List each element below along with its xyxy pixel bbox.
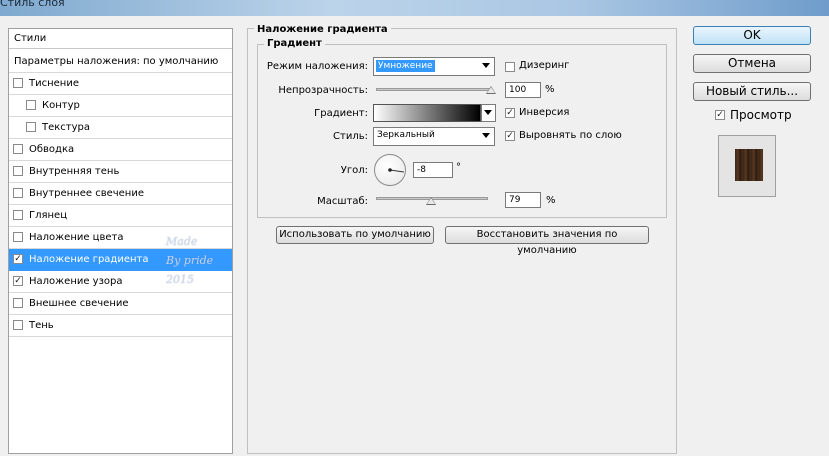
align-with-layer-checkbox[interactable]: ✓ [505,131,515,141]
style-item-label: Обводка [29,144,75,155]
chevron-down-icon [484,110,492,115]
opacity-label: Непрозрачность: [278,85,368,96]
dither-label: Дизеринг [519,60,570,71]
style-item-checkbox[interactable] [13,210,23,220]
wood-texture-swatch [735,149,763,181]
blend-mode-value: Умножение [376,60,435,72]
scale-unit: % [546,195,556,206]
style-item-checkbox[interactable] [13,78,23,88]
blend-mode-select[interactable]: Умножение [373,57,495,76]
style-item[interactable]: Внутренняя тень [9,161,232,183]
styles-header[interactable]: Стили [9,29,232,49]
angle-label: Угол: [340,165,368,176]
opacity-slider-track[interactable] [376,88,491,91]
window-title-bar: Стиль слоя [0,0,829,16]
gradient-preview[interactable] [373,104,481,122]
style-item[interactable]: Внутреннее свечение [9,183,232,205]
scale-slider-thumb[interactable] [426,197,437,205]
new-style-button[interactable]: Новый стиль... [693,82,811,101]
group-title: Градиент [264,38,325,49]
style-item-checkbox[interactable] [13,166,23,176]
style-item[interactable]: Контур [9,95,232,117]
preview-label: Просмотр [730,108,792,122]
style-item[interactable]: Текстура [9,117,232,139]
chevron-down-icon [482,133,490,138]
blending-options-label: Параметры наложения: по умолчанию [14,56,219,67]
gradient-picker-dropdown[interactable] [481,104,496,122]
gradient-label: Градиент: [314,108,368,119]
cancel-button[interactable]: Отмена [693,54,811,73]
style-item-label: Тиснение [29,78,79,89]
reverse-label: Инверсия [519,107,570,118]
style-item-checkbox[interactable]: ✓ [13,276,23,286]
style-item-checkbox[interactable] [26,122,36,132]
watermark-line-2: By pride [166,254,214,267]
ok-button[interactable]: OK [693,26,811,45]
style-item-label: Внутренняя тень [29,166,120,177]
dither-checkbox[interactable] [505,62,515,72]
style-item-label: Наложение цвета [29,232,124,243]
angle-indicator [388,168,404,173]
reverse-checkbox[interactable]: ✓ [505,108,515,118]
style-item-label: Наложение градиента [29,254,149,265]
style-value: Зеркальный [377,130,435,140]
align-with-layer-label: Выровнять по слою [519,130,622,141]
style-item-label: Внешнее свечение [29,298,129,309]
style-item-label: Внутреннее свечение [29,188,144,199]
style-item-checkbox[interactable]: ✓ [13,254,23,264]
style-item[interactable]: Тень [9,315,232,337]
opacity-slider-thumb[interactable] [486,86,496,94]
opacity-input[interactable]: 100 [505,82,541,98]
style-item-checkbox[interactable] [13,144,23,154]
reset-to-default-button[interactable]: Восстановить значения по умолчанию [445,226,649,256]
scale-input[interactable]: 79 [505,192,541,208]
watermark-line-3: 2015 [166,273,194,286]
style-item[interactable]: Тиснение [9,73,232,95]
opacity-unit: % [545,84,555,95]
watermark-line-1: Made [166,235,198,248]
style-label: Стиль: [333,131,368,142]
blending-options-row[interactable]: Параметры наложения: по умолчанию [9,51,232,73]
style-item-checkbox[interactable] [13,320,23,330]
window-title: Стиль слоя [0,0,65,9]
style-select[interactable]: Зеркальный [373,127,495,146]
angle-unit: ° [456,162,461,173]
style-item[interactable]: Обводка [9,139,232,161]
angle-input[interactable]: -8 [413,162,453,178]
style-item-label: Тень [29,320,54,331]
scale-label: Масштаб: [317,196,368,207]
style-item-checkbox[interactable] [13,298,23,308]
style-item[interactable]: Глянец [9,205,232,227]
angle-dial[interactable] [374,154,406,186]
chevron-down-icon [482,63,490,68]
section-title: Наложение градиента [254,24,391,35]
style-item-checkbox[interactable] [13,232,23,242]
style-preview-thumbnail [718,135,776,197]
style-item-label: Текстура [42,122,91,133]
style-item-label: Контур [42,100,80,111]
style-item-checkbox[interactable] [13,188,23,198]
style-item-label: Наложение узора [29,276,123,287]
make-default-button[interactable]: Использовать по умолчанию [276,226,434,244]
preview-checkbox[interactable]: ✓ [715,110,725,120]
style-item[interactable]: Внешнее свечение [9,293,232,315]
style-item-checkbox[interactable] [26,100,36,110]
style-item-label: Глянец [29,210,68,221]
blend-mode-label: Режим наложения: [266,61,368,72]
